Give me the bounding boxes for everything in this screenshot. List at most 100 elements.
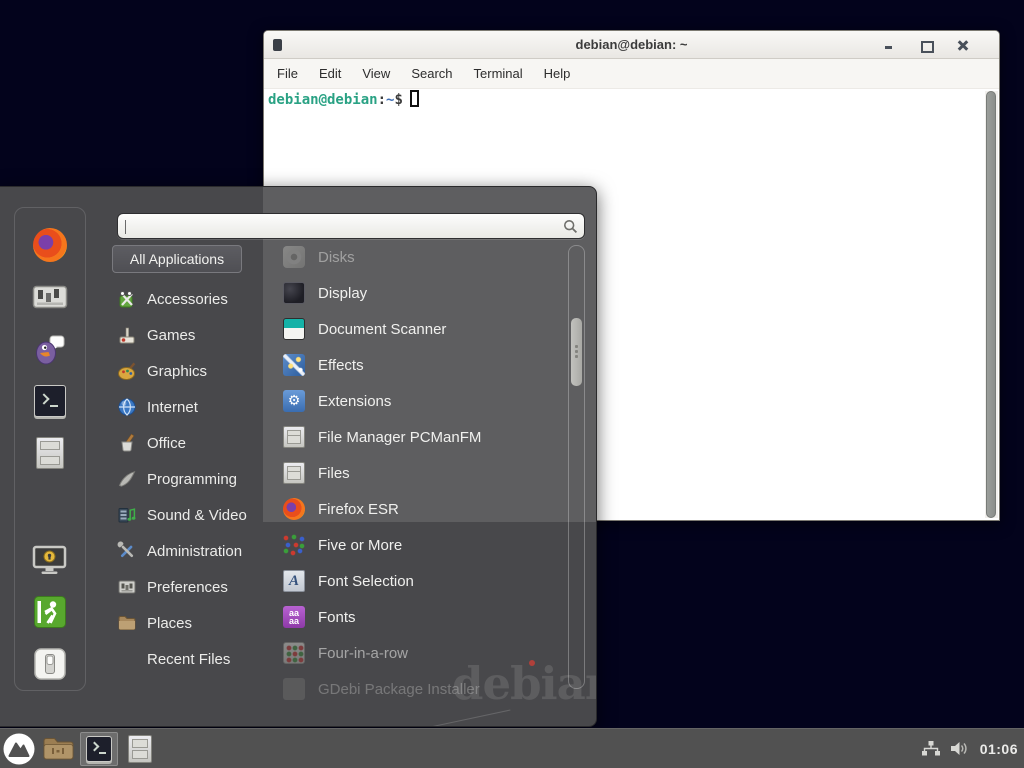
- close-icon[interactable]: [957, 39, 969, 51]
- four-in-a-row-icon: [283, 642, 305, 664]
- category-label: Graphics: [147, 363, 207, 380]
- terminal-window-icon: [273, 39, 282, 51]
- favorite-file-manager[interactable]: [32, 436, 68, 470]
- app-item-five-or-more[interactable]: Five or More: [283, 527, 565, 563]
- terminal-title: debian@debian: ~: [576, 37, 688, 52]
- file-cabinet-icon: [36, 437, 64, 469]
- search-caret: [125, 220, 126, 234]
- app-item-firefox-esr[interactable]: Firefox ESR: [283, 491, 565, 527]
- effects-icon: [283, 354, 305, 376]
- menu-file[interactable]: File: [277, 66, 298, 81]
- desktop: debian@debian: ~ File Edit View Search T…: [0, 0, 1024, 768]
- category-internet[interactable]: Internet: [112, 389, 276, 425]
- minimize-icon[interactable]: [883, 39, 895, 51]
- search-icon: [563, 219, 578, 234]
- app-label: Five or More: [318, 537, 402, 554]
- application-menu: debian: [0, 186, 597, 727]
- category-label: Internet: [147, 399, 198, 416]
- menu-help[interactable]: Help: [544, 66, 571, 81]
- games-icon: [117, 325, 137, 345]
- app-label: Extensions: [318, 393, 391, 410]
- menu-search[interactable]: Search: [411, 66, 452, 81]
- clock[interactable]: 01:06: [978, 741, 1018, 757]
- menu-edit[interactable]: Edit: [319, 66, 341, 81]
- office-icon: [117, 433, 137, 453]
- category-label: Office: [147, 435, 186, 452]
- favorites-rail: [14, 207, 86, 691]
- app-item-display[interactable]: Display: [283, 275, 565, 311]
- category-games[interactable]: Games: [112, 317, 276, 353]
- category-label: Programming: [147, 471, 237, 488]
- app-item-document-scanner[interactable]: Document Scanner: [283, 311, 565, 347]
- app-label: Font Selection: [318, 573, 414, 590]
- session-lock-screen[interactable]: [32, 543, 68, 577]
- app-item-gdebi-package-installer[interactable]: GDebi Package Installer: [283, 671, 565, 707]
- app-label: Document Scanner: [318, 321, 446, 338]
- app-item-files[interactable]: Files: [283, 455, 565, 491]
- app-item-font-selection[interactable]: A Font Selection: [283, 563, 565, 599]
- terminal-titlebar[interactable]: debian@debian: ~: [264, 31, 999, 59]
- category-sound-video[interactable]: Sound & Video: [112, 497, 276, 533]
- category-preferences[interactable]: Preferences: [112, 569, 276, 605]
- gdebi-icon: [283, 678, 305, 700]
- network-icon[interactable]: [921, 740, 941, 757]
- category-graphics[interactable]: Graphics: [112, 353, 276, 389]
- favorite-terminal[interactable]: [32, 384, 68, 418]
- category-office[interactable]: Office: [112, 425, 276, 461]
- wallpaper-swirl-line: [271, 710, 511, 727]
- terminal-scrollbar[interactable]: [985, 91, 998, 518]
- shutdown-switch-icon: [33, 647, 67, 681]
- category-programming[interactable]: Programming: [112, 461, 276, 497]
- taskbar-file-manager-folder[interactable]: [38, 729, 78, 768]
- session-logout[interactable]: [32, 595, 68, 629]
- category-all-applications[interactable]: All Applications: [112, 245, 242, 273]
- system-tray: 01:06: [921, 740, 1024, 757]
- extensions-gear-icon: ⚙: [283, 390, 305, 412]
- category-administration[interactable]: Administration: [112, 533, 276, 569]
- file-cabinet-icon: [283, 462, 305, 484]
- search-input[interactable]: [118, 215, 563, 237]
- category-label: Accessories: [147, 291, 228, 308]
- app-item-effects[interactable]: Effects: [283, 347, 565, 383]
- places-folder-icon: [117, 613, 137, 633]
- category-label: All Applications: [130, 251, 224, 267]
- prompt-dollar: $: [394, 92, 402, 108]
- app-item-disks[interactable]: Disks: [283, 239, 565, 275]
- favorite-firefox[interactable]: [32, 228, 68, 262]
- font-selection-icon: A: [283, 570, 305, 592]
- session-shutdown[interactable]: [32, 647, 68, 681]
- menu-view[interactable]: View: [362, 66, 390, 81]
- app-item-four-in-a-row[interactable]: Four-in-a-row: [283, 635, 565, 671]
- terminal-icon: [34, 385, 66, 417]
- menu-scrollbar[interactable]: [568, 245, 585, 689]
- favorite-preferences[interactable]: [32, 280, 68, 314]
- favorite-pidgin[interactable]: [32, 332, 68, 366]
- category-places[interactable]: Places: [112, 605, 276, 641]
- taskbar-files-cabinet[interactable]: [120, 729, 160, 768]
- menu-button[interactable]: [0, 729, 38, 768]
- app-item-file-manager-pcmanfm[interactable]: File Manager PCManFM: [283, 419, 565, 455]
- file-cabinet-icon: [283, 426, 305, 448]
- menu-terminal[interactable]: Terminal: [474, 66, 523, 81]
- app-label: Four-in-a-row: [318, 645, 408, 662]
- category-accessories[interactable]: Accessories: [112, 281, 276, 317]
- category-label: Preferences: [147, 579, 228, 596]
- maximize-icon[interactable]: [920, 39, 932, 51]
- app-item-fonts[interactable]: aa aa Fonts: [283, 599, 565, 635]
- internet-globe-icon: [117, 397, 137, 417]
- firefox-icon: [283, 498, 305, 520]
- volume-icon[interactable]: [949, 740, 970, 757]
- category-recent-files[interactable]: Recent Files: [112, 641, 276, 677]
- taskbar-terminal[interactable]: [78, 729, 120, 768]
- administration-tools-icon: [117, 541, 137, 561]
- five-or-more-icon: [283, 534, 305, 556]
- categories-column: All Applications Accessories Games: [112, 245, 276, 677]
- menu-logo-icon: [2, 732, 36, 766]
- app-label: Display: [318, 285, 367, 302]
- menu-scrollbar-thumb[interactable]: [571, 318, 582, 386]
- terminal-scrollbar-thumb[interactable]: [986, 91, 996, 518]
- logout-icon: [33, 595, 67, 629]
- app-label: File Manager PCManFM: [318, 429, 481, 446]
- app-item-extensions[interactable]: ⚙ Extensions: [283, 383, 565, 419]
- menu-search-box[interactable]: [117, 213, 585, 239]
